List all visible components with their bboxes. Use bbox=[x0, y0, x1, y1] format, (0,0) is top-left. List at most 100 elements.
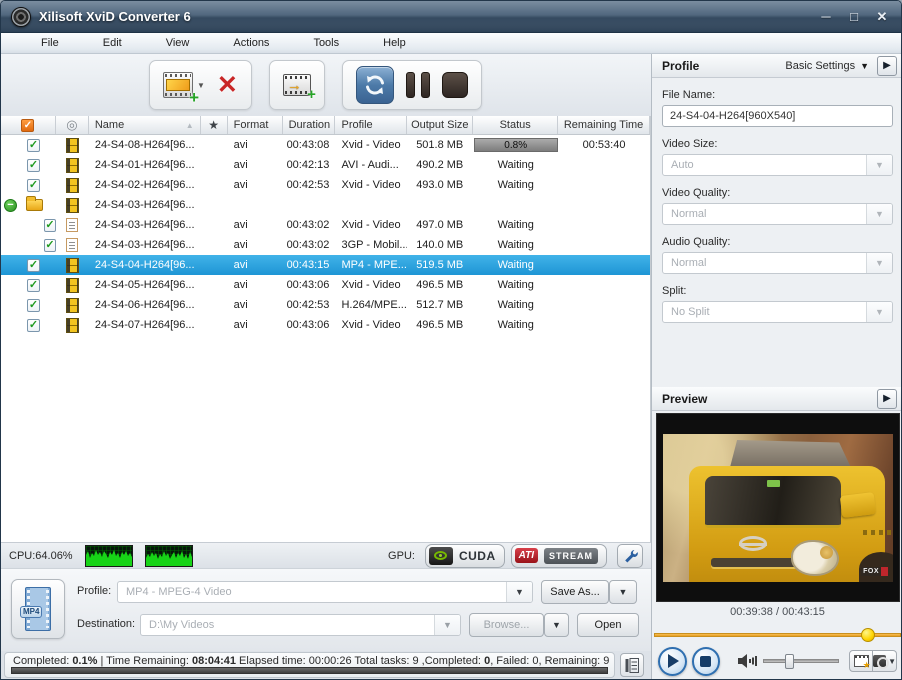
play-button[interactable] bbox=[658, 647, 687, 676]
header-remaining-time[interactable]: Remaining Time bbox=[558, 116, 650, 134]
status-cell: Waiting bbox=[473, 319, 558, 331]
destination-label: Destination: bbox=[77, 618, 135, 630]
profile-panel-expand-button[interactable]: ▶ bbox=[877, 56, 897, 76]
add-file-button[interactable]: + ▼ bbox=[163, 72, 205, 98]
stop-button[interactable] bbox=[442, 72, 468, 98]
volume-slider[interactable] bbox=[763, 659, 839, 663]
header-status[interactable]: Status bbox=[473, 116, 558, 134]
select-all-checkbox[interactable]: ✓ bbox=[21, 119, 34, 132]
row-checkbox[interactable]: ✓ bbox=[27, 319, 40, 332]
toolbar-group-convert bbox=[342, 60, 482, 110]
menu-item-file[interactable]: File bbox=[19, 37, 81, 49]
browse-dropdown-button[interactable]: ▼ bbox=[544, 613, 569, 637]
duration-cell: 00:42:53 bbox=[283, 299, 336, 311]
ati-stream-button[interactable]: ATI STREAM bbox=[511, 544, 607, 568]
seek-knob[interactable] bbox=[861, 628, 875, 642]
save-as-dropdown-button[interactable]: ▼ bbox=[609, 580, 637, 604]
split-select[interactable]: No Split ▼ bbox=[662, 301, 893, 323]
output-settings-bar: MP4 Profile: MP4 - MPEG-4 Video ▼ Save A… bbox=[1, 568, 651, 651]
playlist-icon bbox=[66, 218, 78, 232]
table-row[interactable]: ✓24-S4-03-H264[96...avi00:43:02Xvid - Vi… bbox=[1, 215, 650, 235]
profile-label: Profile: bbox=[77, 585, 111, 597]
header-profile[interactable]: Profile bbox=[335, 116, 407, 134]
row-checkbox[interactable]: ✓ bbox=[27, 299, 40, 312]
volume-thumb[interactable] bbox=[785, 654, 794, 669]
file-list: ✓ ◎ Name▲ ★ Format Duration Profile Outp… bbox=[1, 116, 651, 542]
menu-item-view[interactable]: View bbox=[144, 37, 212, 49]
seek-bar[interactable] bbox=[654, 628, 901, 642]
row-checkbox[interactable]: ✓ bbox=[44, 219, 56, 232]
row-checkbox[interactable]: ✓ bbox=[27, 279, 40, 292]
save-as-button[interactable]: Save As... bbox=[541, 580, 609, 604]
volume-icon[interactable] bbox=[737, 653, 757, 669]
browse-button[interactable]: Browse... bbox=[469, 613, 544, 637]
delete-button[interactable]: ✕ bbox=[217, 72, 238, 98]
table-row[interactable]: −24-S4-03-H264[96... bbox=[1, 195, 650, 215]
menu-item-tools[interactable]: Tools bbox=[291, 37, 361, 49]
menu-item-edit[interactable]: Edit bbox=[81, 37, 144, 49]
file-name-input[interactable] bbox=[662, 105, 893, 127]
header-output-size[interactable]: Output Size bbox=[407, 116, 473, 134]
row-select-cell: ✓ bbox=[1, 215, 56, 235]
header-record[interactable]: ◎ bbox=[56, 116, 89, 134]
status-cell: Waiting bbox=[473, 219, 558, 231]
snapshot-button[interactable]: ▼ bbox=[873, 650, 897, 672]
video-size-select[interactable]: Auto ▼ bbox=[662, 154, 893, 176]
play-icon bbox=[668, 654, 679, 668]
header-format[interactable]: Format bbox=[228, 116, 283, 134]
snapshot-to-list-button[interactable] bbox=[849, 650, 873, 672]
preview-panel-expand-button[interactable]: ▶ bbox=[877, 389, 897, 409]
table-row[interactable]: ✓24-S4-04-H264[96...avi00:43:15MP4 - MPE… bbox=[1, 255, 650, 275]
row-checkbox[interactable]: ✓ bbox=[27, 179, 40, 192]
gpu-settings-button[interactable] bbox=[617, 544, 643, 568]
profile-combo[interactable]: MP4 - MPEG-4 Video ▼ bbox=[117, 581, 533, 603]
add-to-list-button[interactable]: →+ bbox=[283, 74, 311, 96]
audio-quality-select[interactable]: Normal ▼ bbox=[662, 252, 893, 274]
wrench-icon bbox=[622, 548, 638, 564]
duration-cell: 00:42:13 bbox=[283, 159, 336, 171]
table-row[interactable]: ✓24-S4-08-H264[96...avi00:43:08Xvid - Vi… bbox=[1, 135, 650, 155]
pause-button[interactable] bbox=[406, 72, 430, 98]
cpu-usage-graph bbox=[85, 545, 133, 567]
convert-button[interactable] bbox=[356, 66, 394, 104]
video-size-label: Video Size: bbox=[662, 138, 893, 150]
close-button[interactable]: ✕ bbox=[873, 9, 891, 25]
header-rating[interactable]: ★ bbox=[201, 116, 228, 134]
preview-stop-button[interactable] bbox=[692, 647, 721, 676]
header-duration[interactable]: Duration bbox=[283, 116, 336, 134]
row-checkbox[interactable]: ✓ bbox=[44, 239, 56, 252]
cuda-button[interactable]: CUDA bbox=[425, 544, 505, 568]
format-cell: avi bbox=[228, 259, 283, 271]
table-row[interactable]: ✓24-S4-03-H264[96...avi00:43:023GP - Mob… bbox=[1, 235, 650, 255]
menu-item-help[interactable]: Help bbox=[361, 37, 428, 49]
row-checkbox[interactable]: ✓ bbox=[27, 259, 40, 272]
table-row[interactable]: ✓24-S4-07-H264[96...avi00:43:06Xvid - Vi… bbox=[1, 315, 650, 335]
toolbar-group-file: + ▼ ✕ bbox=[149, 60, 252, 110]
menu-item-actions[interactable]: Actions bbox=[211, 37, 291, 49]
chevron-down-icon: ▼ bbox=[860, 61, 869, 71]
size-cell: 493.0 MB bbox=[407, 179, 473, 191]
destination-combo[interactable]: D:\My Videos ▼ bbox=[140, 614, 461, 636]
maximize-button[interactable]: □ bbox=[845, 9, 863, 24]
task-report-button[interactable] bbox=[620, 653, 644, 677]
preset-dropdown[interactable]: Basic Settings ▼ bbox=[785, 60, 869, 72]
table-row[interactable]: ✓24-S4-01-H264[96...avi00:42:13AVI - Aud… bbox=[1, 155, 650, 175]
file-name-cell: 24-S4-04-H264[96... bbox=[89, 259, 201, 271]
header-select-all[interactable]: ✓ bbox=[1, 116, 56, 134]
table-row[interactable]: ✓24-S4-05-H264[96...avi00:43:06Xvid - Vi… bbox=[1, 275, 650, 295]
video-quality-select[interactable]: Normal ▼ bbox=[662, 203, 893, 225]
minimize-button[interactable]: ─ bbox=[817, 9, 835, 24]
table-row[interactable]: ✓24-S4-06-H264[96...avi00:42:53H.264/MPE… bbox=[1, 295, 650, 315]
status-segment: 0.1% bbox=[72, 655, 97, 667]
table-row[interactable]: ✓24-S4-02-H264[96...avi00:42:53Xvid - Vi… bbox=[1, 175, 650, 195]
destination-combo-arrow-icon[interactable]: ▼ bbox=[434, 615, 460, 635]
output-format-button[interactable]: MP4 bbox=[11, 579, 65, 639]
collapse-button[interactable]: − bbox=[4, 199, 17, 212]
row-checkbox[interactable]: ✓ bbox=[27, 139, 40, 152]
profile-cell: 3GP - Mobil... bbox=[335, 239, 407, 251]
row-checkbox[interactable]: ✓ bbox=[27, 159, 40, 172]
format-cell: avi bbox=[228, 239, 283, 251]
header-name[interactable]: Name▲ bbox=[89, 116, 201, 134]
open-button[interactable]: Open bbox=[577, 613, 639, 637]
profile-combo-arrow-icon[interactable]: ▼ bbox=[506, 582, 532, 602]
